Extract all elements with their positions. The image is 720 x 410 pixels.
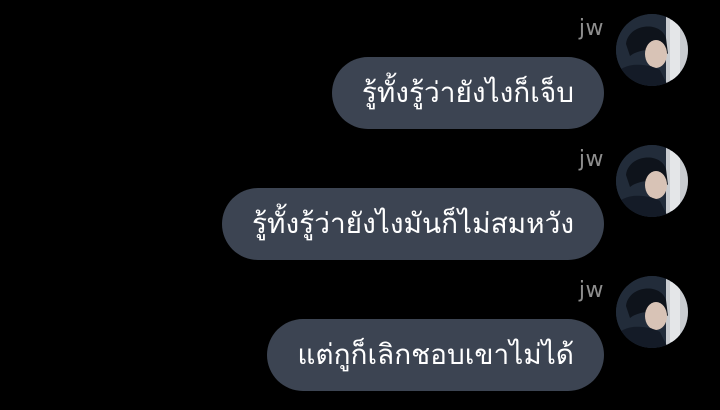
message-bubble[interactable]: รู้ทั้งรู้ว่ายังไงมันก็ไม่สมหวัง [222,188,604,260]
avatar[interactable] [616,276,688,348]
avatar-image [616,14,688,86]
sender-name: jw [578,147,604,172]
avatar[interactable] [616,145,688,217]
message-text: แต่กูก็เลิกชอบเขาไม่ได้ [297,338,574,371]
avatar-image [616,276,688,348]
message-row: jw รู้ทั้งรู้ว่ายังไงก็เจ็บ [0,0,720,131]
sender-name: jw [578,16,604,41]
message-text: รู้ทั้งรู้ว่ายังไงก็เจ็บ [361,76,574,109]
sender-name: jw [578,278,604,303]
message-bubble[interactable]: แต่กูก็เลิกชอบเขาไม่ได้ [267,319,604,391]
message-row: jw แต่กูก็เลิกชอบเขาไม่ได้ [0,262,720,393]
message-bubble[interactable]: รู้ทั้งรู้ว่ายังไงก็เจ็บ [331,57,604,129]
message-row: jw รู้ทั้งรู้ว่ายังไงมันก็ไม่สมหวัง [0,131,720,262]
chat-thread: jw รู้ทั้งรู้ว่ายังไงก็เจ็บ jw รู้ทั้งรู… [0,0,720,410]
avatar-image [616,145,688,217]
avatar[interactable] [616,14,688,86]
message-text: รู้ทั้งรู้ว่ายังไงมันก็ไม่สมหวัง [252,207,574,240]
